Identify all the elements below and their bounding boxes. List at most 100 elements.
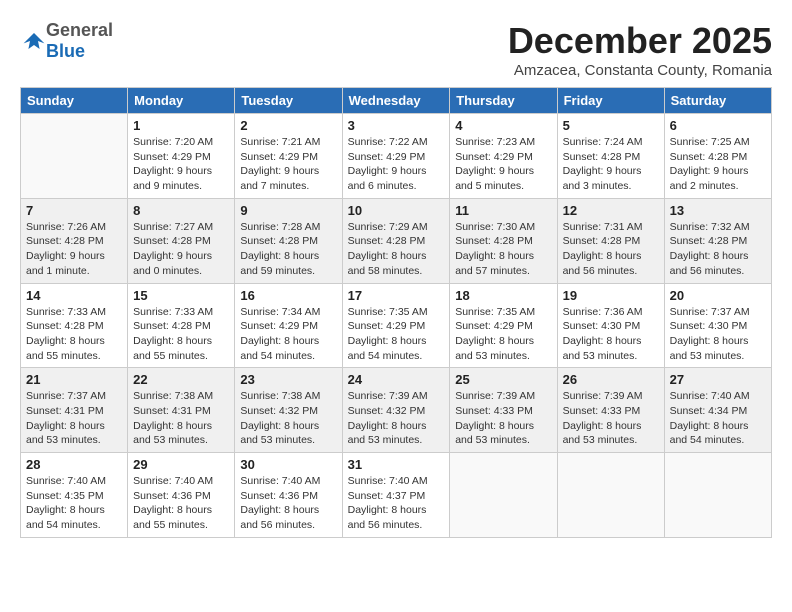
header-tuesday: Tuesday (235, 88, 342, 114)
calendar-cell: 10Sunrise: 7:29 AMSunset: 4:28 PMDayligh… (342, 198, 450, 283)
calendar-cell: 19 Sunrise: 7:36 AMSunset: 4:30 PMDayligh… (557, 283, 664, 368)
day-info: Sunrise: 7:40 AMSunset: 4:35 PMDaylight:… (26, 474, 122, 533)
day-info: Sunrise: 7:29 AMSunset: 4:28 PMDaylight:… (348, 220, 445, 279)
day-info: Sunrise: 7:40 AMSunset: 4:37 PMDaylight:… (348, 474, 445, 533)
header-saturday: Saturday (664, 88, 771, 114)
day-info: Sunrise: 7:37 AMSunset: 4:30 PMDaylight:… (670, 305, 766, 364)
calendar-cell: 3Sunrise: 7:22 AMSunset: 4:29 PMDaylight… (342, 114, 450, 199)
day-info: Sunrise: 7:38 AMSunset: 4:31 PMDaylight:… (133, 389, 229, 448)
calendar-week-row: 21 Sunrise: 7:37 AMSunset: 4:31 PMDayligh… (21, 368, 772, 453)
day-number: 24 (348, 372, 445, 387)
day-number: 27 (670, 372, 766, 387)
day-info: Sunrise: 7:40 AMSunset: 4:36 PMDaylight:… (240, 474, 336, 533)
day-number: 2 (240, 118, 336, 133)
day-number: 15 (133, 288, 229, 303)
day-info: Sunrise: 7:33 AMSunset: 4:28 PMDaylight:… (26, 305, 122, 364)
calendar-cell: 27Sunrise: 7:40 AMSunset: 4:34 PMDayligh… (664, 368, 771, 453)
calendar-cell: 14 Sunrise: 7:33 AMSunset: 4:28 PMDayligh… (21, 283, 128, 368)
calendar-week-row: 1 Sunrise: 7:20 AMSunset: 4:29 PMDaylight… (21, 114, 772, 199)
calendar-cell: 17 Sunrise: 7:35 AMSunset: 4:29 PMDayligh… (342, 283, 450, 368)
header-wednesday: Wednesday (342, 88, 450, 114)
day-info: Sunrise: 7:27 AMSunset: 4:28 PMDaylight:… (133, 220, 229, 279)
calendar-week-row: 7Sunrise: 7:26 AMSunset: 4:28 PMDaylight… (21, 198, 772, 283)
page-header: General Blue December 2025 Amzacea, Cons… (20, 20, 772, 79)
day-number: 1 (133, 118, 229, 133)
calendar-cell: 25Sunrise: 7:39 AMSunset: 4:33 PMDayligh… (450, 368, 557, 453)
logo-blue-text: Blue (46, 41, 85, 61)
day-number: 23 (240, 372, 336, 387)
day-number: 6 (670, 118, 766, 133)
calendar-cell (557, 453, 664, 538)
day-number: 21 (26, 372, 122, 387)
location-subtitle: Amzacea, Constanta County, Romania (508, 62, 772, 79)
calendar-cell: 12Sunrise: 7:31 AMSunset: 4:28 PMDayligh… (557, 198, 664, 283)
day-number: 5 (563, 118, 659, 133)
calendar-cell: 6 Sunrise: 7:25 AMSunset: 4:28 PMDaylight… (664, 114, 771, 199)
calendar-cell: 18Sunrise: 7:35 AMSunset: 4:29 PMDayligh… (450, 283, 557, 368)
day-number: 16 (240, 288, 336, 303)
day-info: Sunrise: 7:34 AMSunset: 4:29 PMDaylight:… (240, 305, 336, 364)
header-thursday: Thursday (450, 88, 557, 114)
month-title: December 2025 (508, 20, 772, 62)
day-info: Sunrise: 7:28 AMSunset: 4:28 PMDaylight:… (240, 220, 336, 279)
calendar-cell: 26 Sunrise: 7:39 AMSunset: 4:33 PMDayligh… (557, 368, 664, 453)
calendar-week-row: 14 Sunrise: 7:33 AMSunset: 4:28 PMDayligh… (21, 283, 772, 368)
day-number: 17 (348, 288, 445, 303)
calendar-cell: 24 Sunrise: 7:39 AMSunset: 4:32 PMDayligh… (342, 368, 450, 453)
calendar-cell: 16 Sunrise: 7:34 AMSunset: 4:29 PMDayligh… (235, 283, 342, 368)
day-number: 28 (26, 457, 122, 472)
day-info: Sunrise: 7:39 AMSunset: 4:33 PMDaylight:… (455, 389, 551, 448)
calendar-cell: 9Sunrise: 7:28 AMSunset: 4:28 PMDaylight… (235, 198, 342, 283)
day-info: Sunrise: 7:36 AMSunset: 4:30 PMDaylight:… (563, 305, 659, 364)
header-friday: Friday (557, 88, 664, 114)
day-number: 13 (670, 203, 766, 218)
calendar-cell: 22 Sunrise: 7:38 AMSunset: 4:31 PMDayligh… (128, 368, 235, 453)
calendar-cell: 1 Sunrise: 7:20 AMSunset: 4:29 PMDaylight… (128, 114, 235, 199)
day-info: Sunrise: 7:24 AMSunset: 4:28 PMDaylight:… (563, 135, 659, 194)
calendar-cell (664, 453, 771, 538)
day-info: Sunrise: 7:33 AMSunset: 4:28 PMDaylight:… (133, 305, 229, 364)
day-number: 7 (26, 203, 122, 218)
day-number: 18 (455, 288, 551, 303)
calendar-cell: 28 Sunrise: 7:40 AMSunset: 4:35 PMDayligh… (21, 453, 128, 538)
day-info: Sunrise: 7:22 AMSunset: 4:29 PMDaylight:… (348, 135, 445, 194)
day-info: Sunrise: 7:23 AMSunset: 4:29 PMDaylight:… (455, 135, 551, 194)
calendar-cell: 11Sunrise: 7:30 AMSunset: 4:28 PMDayligh… (450, 198, 557, 283)
day-info: Sunrise: 7:37 AMSunset: 4:31 PMDaylight:… (26, 389, 122, 448)
calendar-cell (21, 114, 128, 199)
header-monday: Monday (128, 88, 235, 114)
calendar-cell: 4Sunrise: 7:23 AMSunset: 4:29 PMDaylight… (450, 114, 557, 199)
day-info: Sunrise: 7:25 AMSunset: 4:28 PMDaylight:… (670, 135, 766, 194)
day-info: Sunrise: 7:21 AMSunset: 4:29 PMDaylight:… (240, 135, 336, 194)
day-number: 19 (563, 288, 659, 303)
day-number: 20 (670, 288, 766, 303)
calendar-table: SundayMondayTuesdayWednesdayThursdayFrid… (20, 87, 772, 538)
day-info: Sunrise: 7:38 AMSunset: 4:32 PMDaylight:… (240, 389, 336, 448)
calendar-cell (450, 453, 557, 538)
day-number: 22 (133, 372, 229, 387)
calendar-cell: 2 Sunrise: 7:21 AMSunset: 4:29 PMDaylight… (235, 114, 342, 199)
logo-icon (22, 29, 46, 53)
day-info: Sunrise: 7:20 AMSunset: 4:29 PMDaylight:… (133, 135, 229, 194)
logo: General Blue (20, 20, 113, 62)
logo-general: General (46, 20, 113, 40)
calendar-cell: 15 Sunrise: 7:33 AMSunset: 4:28 PMDayligh… (128, 283, 235, 368)
calendar-cell: 21 Sunrise: 7:37 AMSunset: 4:31 PMDayligh… (21, 368, 128, 453)
day-number: 26 (563, 372, 659, 387)
calendar-cell: 13 Sunrise: 7:32 AMSunset: 4:28 PMDayligh… (664, 198, 771, 283)
day-info: Sunrise: 7:39 AMSunset: 4:32 PMDaylight:… (348, 389, 445, 448)
day-info: Sunrise: 7:32 AMSunset: 4:28 PMDaylight:… (670, 220, 766, 279)
day-info: Sunrise: 7:35 AMSunset: 4:29 PMDaylight:… (348, 305, 445, 364)
day-number: 31 (348, 457, 445, 472)
calendar-cell: 20 Sunrise: 7:37 AMSunset: 4:30 PMDayligh… (664, 283, 771, 368)
day-number: 29 (133, 457, 229, 472)
day-number: 14 (26, 288, 122, 303)
calendar-cell: 7Sunrise: 7:26 AMSunset: 4:28 PMDaylight… (21, 198, 128, 283)
header-sunday: Sunday (21, 88, 128, 114)
day-number: 11 (455, 203, 551, 218)
day-info: Sunrise: 7:39 AMSunset: 4:33 PMDaylight:… (563, 389, 659, 448)
calendar-cell: 31 Sunrise: 7:40 AMSunset: 4:37 PMDayligh… (342, 453, 450, 538)
day-number: 8 (133, 203, 229, 218)
day-info: Sunrise: 7:31 AMSunset: 4:28 PMDaylight:… (563, 220, 659, 279)
calendar-header-row: SundayMondayTuesdayWednesdayThursdayFrid… (21, 88, 772, 114)
